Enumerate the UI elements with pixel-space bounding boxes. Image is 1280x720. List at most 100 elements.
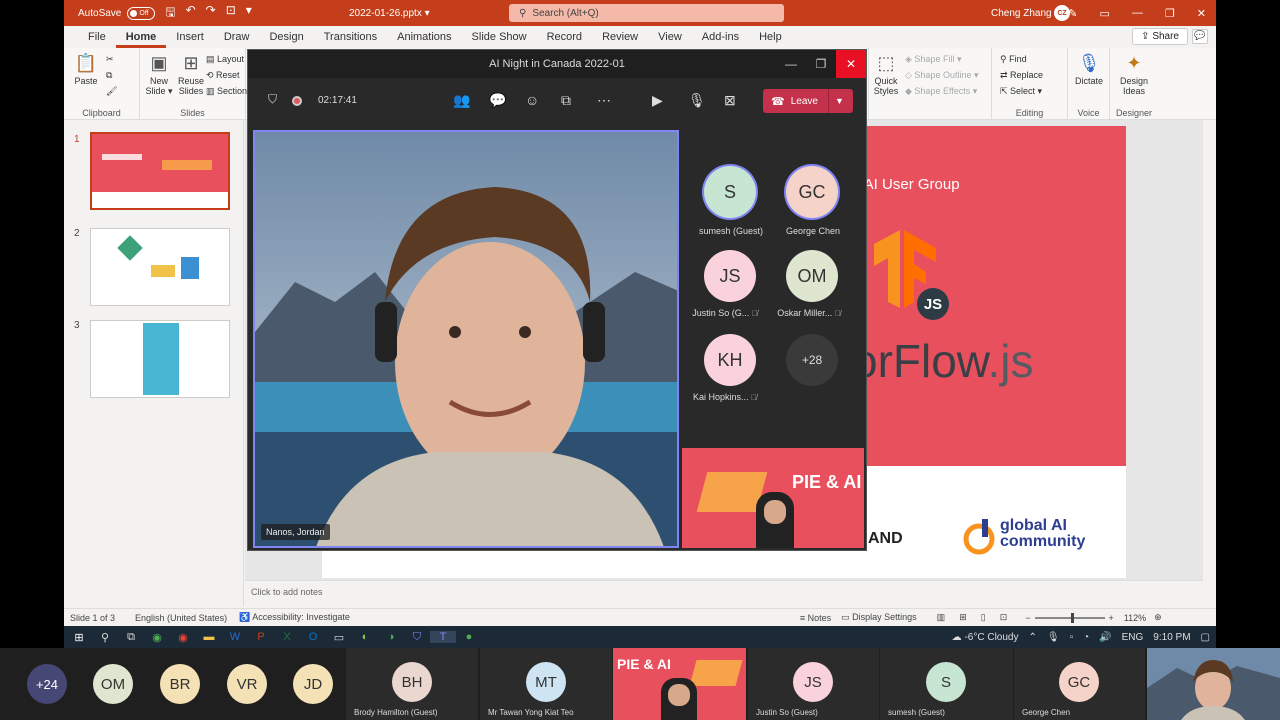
accessibility-status[interactable]: ♿ Accessibility: Investigate (239, 612, 350, 623)
search-input[interactable]: ⚲ Search (Alt+Q) (509, 4, 784, 22)
chrome-icon[interactable]: ◉ (144, 631, 170, 644)
defender-icon[interactable]: ⛉ (404, 631, 430, 644)
document-title[interactable]: 2022-01-26.pptx ▾ (349, 8, 430, 19)
task-view-icon[interactable]: ⧉ (118, 631, 144, 644)
pen-icon[interactable]: ✎ (1068, 7, 1077, 20)
autosave[interactable]: AutoSave Off (78, 6, 156, 20)
microphone-icon[interactable]: 🎙 (688, 92, 706, 109)
slide-thumbnail-3[interactable] (90, 320, 230, 398)
present-icon[interactable]: ⊡ (226, 3, 236, 24)
notifications-icon[interactable]: ▢ (1201, 632, 1210, 643)
zoom-in-icon[interactable]: + (1109, 613, 1114, 623)
camera-icon[interactable]: ▶ (652, 92, 663, 109)
shape-fill-button[interactable]: ◈ Shape Fill ▾ (905, 54, 961, 65)
layout-button[interactable]: ▤ Layout (206, 54, 244, 65)
tab-home[interactable]: Home (115, 26, 167, 48)
reuse-slides-button[interactable]: ⊞ Reuse Slides (176, 52, 206, 96)
stop-sharing-icon[interactable]: ⊠ (724, 92, 736, 109)
word-icon[interactable]: W (222, 631, 248, 643)
slide-sorter-icon[interactable]: ⊞ (959, 612, 967, 623)
rooms-icon[interactable]: ⧉ (561, 92, 571, 109)
participant-avatar[interactable]: KH (704, 334, 756, 386)
new-slide-button[interactable]: ▣ New Slide ▾ (144, 52, 174, 96)
gallery-tile[interactable]: MT Mr Tawan Yong Kiat Teo (480, 648, 612, 720)
wifi-icon[interactable]: ◔ (1083, 632, 1089, 643)
copy-icon[interactable]: ⧉ (106, 70, 112, 81)
participant-avatar[interactable]: S (704, 166, 756, 218)
user-name[interactable]: Cheng Zhang (991, 8, 1052, 19)
powerpoint-icon[interactable]: P (248, 631, 274, 643)
chat-icon[interactable]: 💬 (489, 92, 506, 109)
start-icon[interactable]: ⊞ (66, 631, 92, 644)
gallery-tile[interactable]: JS Justin So (Guest) (748, 648, 879, 720)
display-settings-button[interactable]: ▭ Display Settings (841, 612, 917, 623)
notes-toggle[interactable]: ≡ Notes (800, 613, 831, 623)
tab-animations[interactable]: Animations (387, 26, 461, 48)
terminal-icon[interactable]: ▭ (326, 631, 352, 644)
zoom-slider-thumb[interactable] (1070, 612, 1074, 623)
redo-icon[interactable]: ↷ (206, 3, 216, 24)
close-icon[interactable]: ✕ (1197, 7, 1206, 20)
clock[interactable]: 9:10 PM (1153, 632, 1190, 643)
more-participants-button[interactable]: +28 (786, 334, 838, 386)
minimize-icon[interactable]: — (1132, 7, 1143, 20)
autosave-toggle[interactable]: Off (127, 6, 156, 20)
slide-thumbnail-1[interactable] (90, 132, 230, 210)
language-status[interactable]: English (United States) (135, 613, 227, 623)
replace-button[interactable]: ⇄ Replace (1000, 70, 1043, 81)
more-options-icon[interactable]: ⋯ (597, 92, 611, 109)
participant-avatar[interactable]: JS (704, 250, 756, 302)
ribbon-display-icon[interactable]: ▭ (1100, 7, 1110, 20)
tab-draw[interactable]: Draw (214, 26, 260, 48)
share-button[interactable]: ⇪ Share (1132, 28, 1188, 45)
zoom-slider[interactable] (1034, 612, 1105, 623)
excel-icon[interactable]: X (274, 631, 300, 643)
participant-avatar[interactable]: GC (786, 166, 838, 218)
tab-design[interactable]: Design (259, 26, 313, 48)
gallery-avatar[interactable]: OM (93, 664, 133, 704)
fit-slide-icon[interactable]: ⊕ (1154, 612, 1162, 623)
paste-button[interactable]: 📋 Paste (72, 52, 100, 86)
self-video-tile[interactable] (1147, 648, 1280, 720)
zoom-level[interactable]: 112% (1124, 613, 1146, 623)
comments-icon[interactable]: 💬 (1192, 29, 1208, 44)
shape-outline-button[interactable]: ◇ Shape Outline ▾ (905, 70, 978, 81)
close-icon[interactable]: ✕ (836, 50, 866, 78)
restore-icon[interactable]: ❐ (806, 50, 836, 78)
outlook-icon[interactable]: O (300, 631, 326, 643)
dictate-button[interactable]: 🎙 Dictate (1072, 52, 1106, 86)
reset-button[interactable]: ⟲ Reset (206, 70, 240, 81)
design-ideas-button[interactable]: ✦ Design Ideas (1114, 52, 1154, 96)
weather-widget[interactable]: ☁ -6°C Cloudy (952, 632, 1019, 643)
microphone-icon[interactable]: 🎙 (1047, 632, 1060, 643)
tray-app-icon[interactable]: ▫ (1070, 632, 1074, 643)
tab-review[interactable]: Review (592, 26, 648, 48)
gallery-avatar[interactable]: BR (160, 664, 200, 704)
gallery-tile[interactable]: GC George Chen (1014, 648, 1145, 720)
tab-add-ins[interactable]: Add-ins (692, 26, 749, 48)
app2-icon[interactable]: ◑ (378, 631, 404, 643)
leave-button[interactable]: ☎ Leave ▼ (763, 89, 853, 113)
chrome-alt-icon[interactable]: ◉ (170, 631, 196, 644)
find-button[interactable]: ⚲ Find (1000, 54, 1027, 65)
volume-icon[interactable]: 🔊 (1099, 632, 1111, 643)
chevron-down-icon[interactable]: ▼ (835, 96, 844, 106)
slideshow-icon[interactable]: ⊡ (1000, 612, 1008, 623)
shared-screen-thumbnail[interactable]: PIE & AI (682, 448, 864, 548)
wechat-icon[interactable]: ● (456, 631, 482, 643)
search-icon[interactable]: ⚲ (92, 631, 118, 644)
normal-view-icon[interactable]: ▥ (937, 612, 946, 623)
save-icon[interactable]: 🖫 (165, 3, 175, 24)
shape-effects-button[interactable]: ◆ Shape Effects ▾ (905, 86, 977, 97)
minimize-icon[interactable]: — (776, 50, 806, 78)
tab-slide-show[interactable]: Slide Show (462, 26, 537, 48)
vertical-scrollbar[interactable] (1203, 120, 1216, 606)
more-participants-button[interactable]: +24 (27, 664, 67, 704)
participant-avatar[interactable]: OM (786, 250, 838, 302)
tab-view[interactable]: View (648, 26, 692, 48)
file-explorer-icon[interactable]: ▬ (196, 631, 222, 643)
section-button[interactable]: ▥ Section (206, 86, 247, 97)
select-button[interactable]: ⇱ Select ▾ (1000, 86, 1042, 97)
main-video-tile[interactable]: Nanos, Jordan (253, 130, 679, 548)
reading-view-icon[interactable]: ▯ (981, 612, 986, 623)
